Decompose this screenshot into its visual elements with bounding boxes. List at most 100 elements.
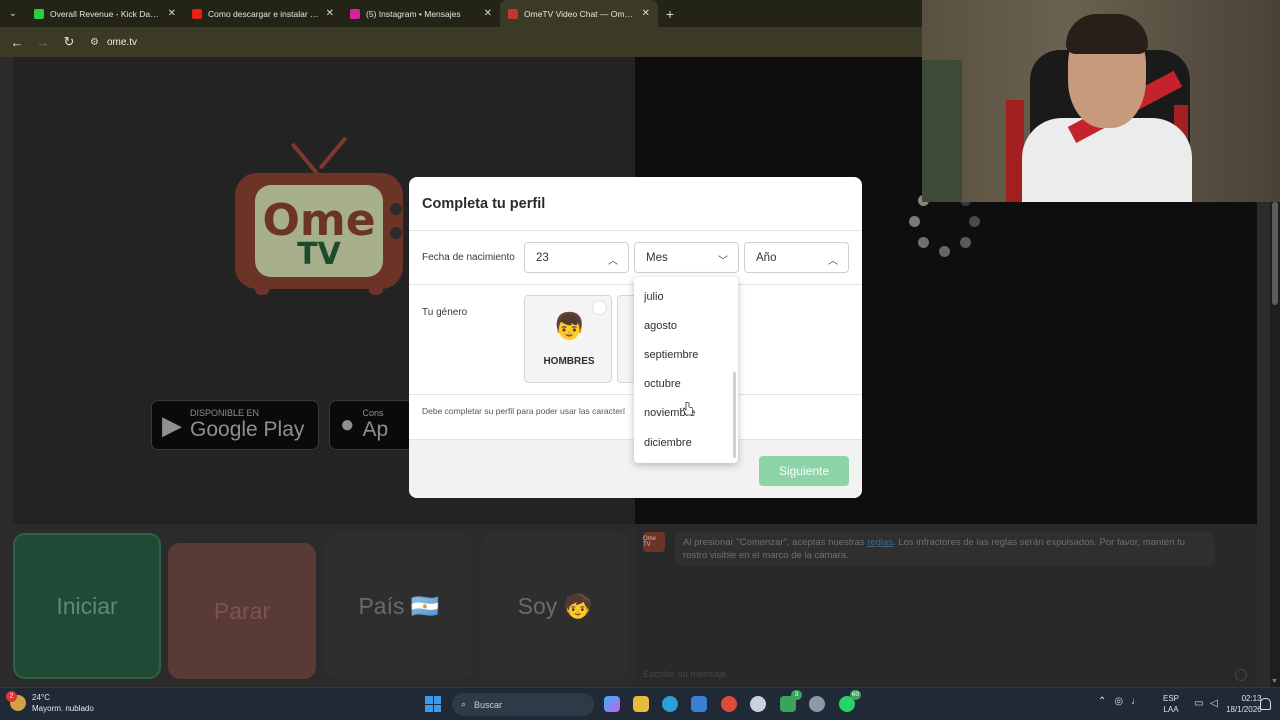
year-select[interactable]: Año ︿ <box>744 242 849 273</box>
back-arrow-icon[interactable]: ← <box>6 31 28 53</box>
msg-text: Al presionar "Comenzar", aceptas nuestra… <box>683 537 868 548</box>
settings-icon[interactable] <box>809 696 825 712</box>
browser-tab-strip: ⌄ Overall Revenue - Kick Dashbo... ✕ Com… <box>0 0 922 27</box>
chrome-icon[interactable] <box>721 696 737 712</box>
chevron-up-icon: ︿ <box>608 256 618 267</box>
tv-screen: Ome TV <box>255 185 383 277</box>
emoji-icon[interactable] <box>1235 669 1247 681</box>
scroll-down-icon[interactable]: ▼ <box>1271 678 1278 685</box>
mic-icon[interactable]: ♩ <box>1131 696 1141 707</box>
temperature: 24°C <box>32 693 50 702</box>
site-info-icon[interactable]: ⚙ <box>90 37 99 48</box>
forward-arrow-icon[interactable]: → <box>32 31 54 53</box>
lang-layout: LAA <box>1163 705 1179 714</box>
country-button[interactable]: País 🇦🇷 <box>325 533 473 679</box>
tab-instagram[interactable]: (5) Instagram • Mensajes ✕ <box>342 0 500 27</box>
webcam-plant <box>922 60 962 202</box>
close-icon[interactable]: ✕ <box>326 8 334 19</box>
month-option[interactable]: agosto <box>634 312 730 341</box>
reload-icon[interactable]: ↻ <box>58 31 80 53</box>
close-icon[interactable]: ✕ <box>642 8 650 19</box>
lang-code: ESP <box>1163 694 1180 703</box>
ometv-favicon-icon <box>508 8 518 19</box>
close-icon[interactable]: ✕ <box>484 8 492 19</box>
tab-search-chevron-icon[interactable]: ⌄ <box>0 0 26 27</box>
month-option[interactable]: diciembre <box>634 429 730 458</box>
hand-cursor-icon <box>683 402 693 416</box>
date: 18/1/2026 <box>1226 705 1262 714</box>
language-indicator[interactable]: ESP LAA <box>1163 693 1179 715</box>
volume-icon[interactable]: ◁ <box>1210 698 1218 709</box>
google-play-badge[interactable]: ▶ DISPONIBLE EN Google Play <box>151 400 319 450</box>
google-play-small: DISPONIBLE EN <box>190 408 260 418</box>
search-placeholder: Buscar <box>474 699 503 710</box>
month-option[interactable]: septiembre <box>634 341 730 370</box>
youtube-favicon-icon <box>192 8 202 19</box>
taskbar-search[interactable]: ⌕ Buscar <box>452 693 594 716</box>
app-store-text: Cons Ap <box>363 408 389 442</box>
radio-button[interactable] <box>592 300 607 315</box>
stop-button[interactable]: Parar <box>168 543 316 679</box>
whatsapp-icon[interactable]: 60 <box>839 690 861 712</box>
windows-start-icon[interactable] <box>425 696 441 712</box>
steam-icon[interactable] <box>750 696 766 712</box>
windows-taskbar: 2 24°C Mayorm. nublado ⌕ Buscar 3 60 ⌃ ◎… <box>0 687 1280 720</box>
profile-hint-text: Debe completar su perfil para poder usar… <box>422 406 626 416</box>
weather-widget[interactable]: 2 24°C Mayorm. nublado <box>6 691 94 714</box>
chevron-up-icon[interactable]: ⌃ <box>1098 696 1106 707</box>
day-value: 23 <box>536 251 549 264</box>
google-play-big: Google Play <box>190 418 305 441</box>
tab-ometv[interactable]: OmeTV Video Chat — Omegle... ✕ <box>500 0 658 27</box>
gender-option-men[interactable]: 👦 HOMBRES <box>524 295 612 383</box>
google-play-icon: ▶ <box>162 409 182 440</box>
month-option[interactable]: octubre <box>634 370 730 399</box>
new-tab-button[interactable]: + <box>658 0 682 27</box>
store-icon[interactable] <box>691 696 707 712</box>
chevron-down-icon: ﹀ <box>718 256 728 267</box>
tab-youtube[interactable]: Como descargar e instalar PES... ✕ <box>184 0 342 27</box>
xbox-icon[interactable]: 3 <box>780 690 802 712</box>
file-explorer-icon[interactable] <box>633 696 649 712</box>
modal-title: Completa tu perfil <box>422 196 546 212</box>
copilot-icon[interactable] <box>604 696 620 712</box>
tab-title: Overall Revenue - Kick Dashbo... <box>50 8 162 19</box>
webcam-overlay <box>922 0 1280 202</box>
network-icon[interactable]: ◎ <box>1114 696 1123 707</box>
close-icon[interactable]: ✕ <box>168 8 176 19</box>
notification-bell-icon[interactable] <box>1260 698 1271 710</box>
gender-button[interactable]: Soy 🧒 <box>481 533 629 679</box>
person-hair <box>1066 14 1148 54</box>
birth-date-label: Fecha de nacimiento <box>422 252 515 263</box>
app-store-badge[interactable]: ● Cons Ap <box>329 400 419 450</box>
tv-knob <box>390 203 402 215</box>
month-option[interactable]: noviembre <box>634 399 730 428</box>
next-button[interactable]: Siguiente <box>759 456 849 486</box>
tab-title: Como descargar e instalar PES... <box>208 8 320 19</box>
taskbar-clock[interactable]: 02:13 18/1/2026 <box>1226 693 1262 715</box>
gender-label: Tu género <box>422 307 468 318</box>
ometv-logo: Ome TV <box>221 133 411 303</box>
year-value: Año <box>756 251 777 264</box>
url-field[interactable]: ⚙ ome.tv <box>90 37 137 48</box>
weather-badge: 2 <box>6 691 17 702</box>
edge-icon[interactable] <box>662 696 678 712</box>
person-shirt <box>1022 118 1192 202</box>
month-option[interactable]: julio <box>634 283 730 312</box>
kick-favicon-icon <box>34 8 44 19</box>
weather-description: Mayorm. nublado <box>32 704 94 713</box>
chat-input[interactable]: Escribe un mensaje <box>635 664 1257 686</box>
dropdown-scrollbar[interactable] <box>733 372 736 458</box>
month-select[interactable]: Mes ﹀ <box>634 242 739 273</box>
instagram-favicon-icon <box>350 8 360 19</box>
rules-link[interactable]: reglas <box>867 537 893 548</box>
tv-leg <box>369 287 383 295</box>
wifi-icon[interactable]: ▭ <box>1194 698 1203 709</box>
app-store-big: Ap <box>362 418 389 441</box>
apple-icon: ● <box>340 411 355 438</box>
scrollbar-thumb[interactable] <box>1272 202 1278 305</box>
tab-title: OmeTV Video Chat — Omegle... <box>524 8 636 19</box>
tv-body: Ome TV <box>235 173 403 289</box>
start-button[interactable]: Iniciar <box>13 533 161 679</box>
day-select[interactable]: 23 ︿ <box>524 242 629 273</box>
tab-kick-dashboard[interactable]: Overall Revenue - Kick Dashbo... ✕ <box>26 0 184 27</box>
